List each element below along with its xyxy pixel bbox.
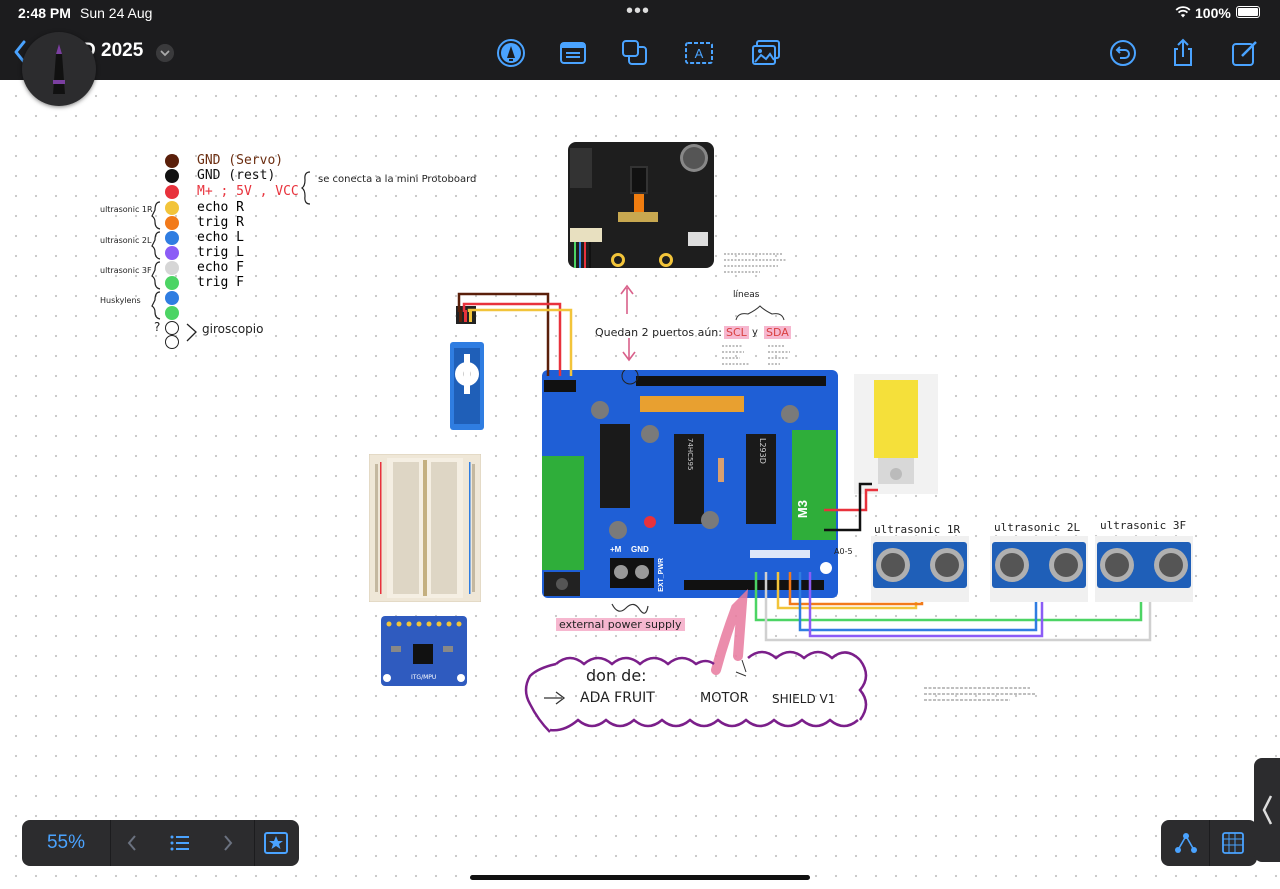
zoom-navigation-bar: 55% bbox=[22, 820, 299, 866]
divider bbox=[110, 820, 111, 866]
next-page-icon[interactable] bbox=[216, 820, 240, 866]
pen-icon[interactable] bbox=[496, 38, 526, 68]
wifi-icon bbox=[1175, 6, 1191, 18]
previous-page-icon[interactable] bbox=[120, 820, 144, 866]
undo-icon[interactable] bbox=[1108, 38, 1138, 68]
home-indicator[interactable] bbox=[470, 875, 810, 880]
bookmark-star-icon[interactable] bbox=[262, 820, 290, 866]
shield-note: SHIELD V1 bbox=[772, 692, 836, 706]
page-list-icon[interactable] bbox=[168, 820, 192, 866]
active-pen-button[interactable] bbox=[22, 32, 96, 106]
top-toolbar: D 2025 A bbox=[0, 26, 1280, 80]
battery-percent: 100% bbox=[1195, 5, 1231, 21]
multitask-dots-icon[interactable]: ••• bbox=[626, 0, 650, 23]
motor-note: MOTOR bbox=[700, 691, 749, 706]
image-icon[interactable] bbox=[751, 38, 781, 68]
zoom-level-button[interactable]: 55% bbox=[22, 820, 110, 866]
status-date: Sun 24 Aug bbox=[80, 5, 153, 21]
wires-layer bbox=[457, 292, 1152, 733]
pencil-icon bbox=[53, 44, 65, 94]
lasso-nodes-icon[interactable] bbox=[1173, 831, 1199, 855]
donde-note: don de: bbox=[586, 666, 647, 685]
divider bbox=[254, 820, 255, 866]
status-bar: 2:48 PM Sun 24 Aug ••• 100% bbox=[0, 0, 1280, 26]
shapes-icon[interactable] bbox=[620, 38, 650, 68]
adafruit-note: ADA FRUIT bbox=[580, 690, 655, 706]
drawing-canvas[interactable]: GND (Servo) GND (rest) M+ ; 5V , VCC ech… bbox=[0, 80, 1280, 889]
right-tool-bar bbox=[1161, 820, 1257, 866]
grid-icon[interactable] bbox=[1221, 831, 1245, 855]
title-chevron-down-icon[interactable] bbox=[156, 44, 174, 62]
svg-text:A: A bbox=[695, 46, 704, 61]
edit-icon[interactable] bbox=[1230, 38, 1260, 68]
chevron-left-icon bbox=[1262, 795, 1273, 825]
text-box-icon[interactable] bbox=[558, 38, 588, 68]
side-panel-handle[interactable] bbox=[1254, 758, 1280, 862]
external-power-supply-note: external power supply bbox=[556, 618, 685, 631]
battery-icon bbox=[1236, 6, 1260, 18]
status-time: 2:48 PM bbox=[18, 5, 71, 21]
textfield-icon[interactable]: A bbox=[684, 38, 714, 68]
divider bbox=[1209, 820, 1210, 866]
share-icon[interactable] bbox=[1168, 38, 1198, 68]
